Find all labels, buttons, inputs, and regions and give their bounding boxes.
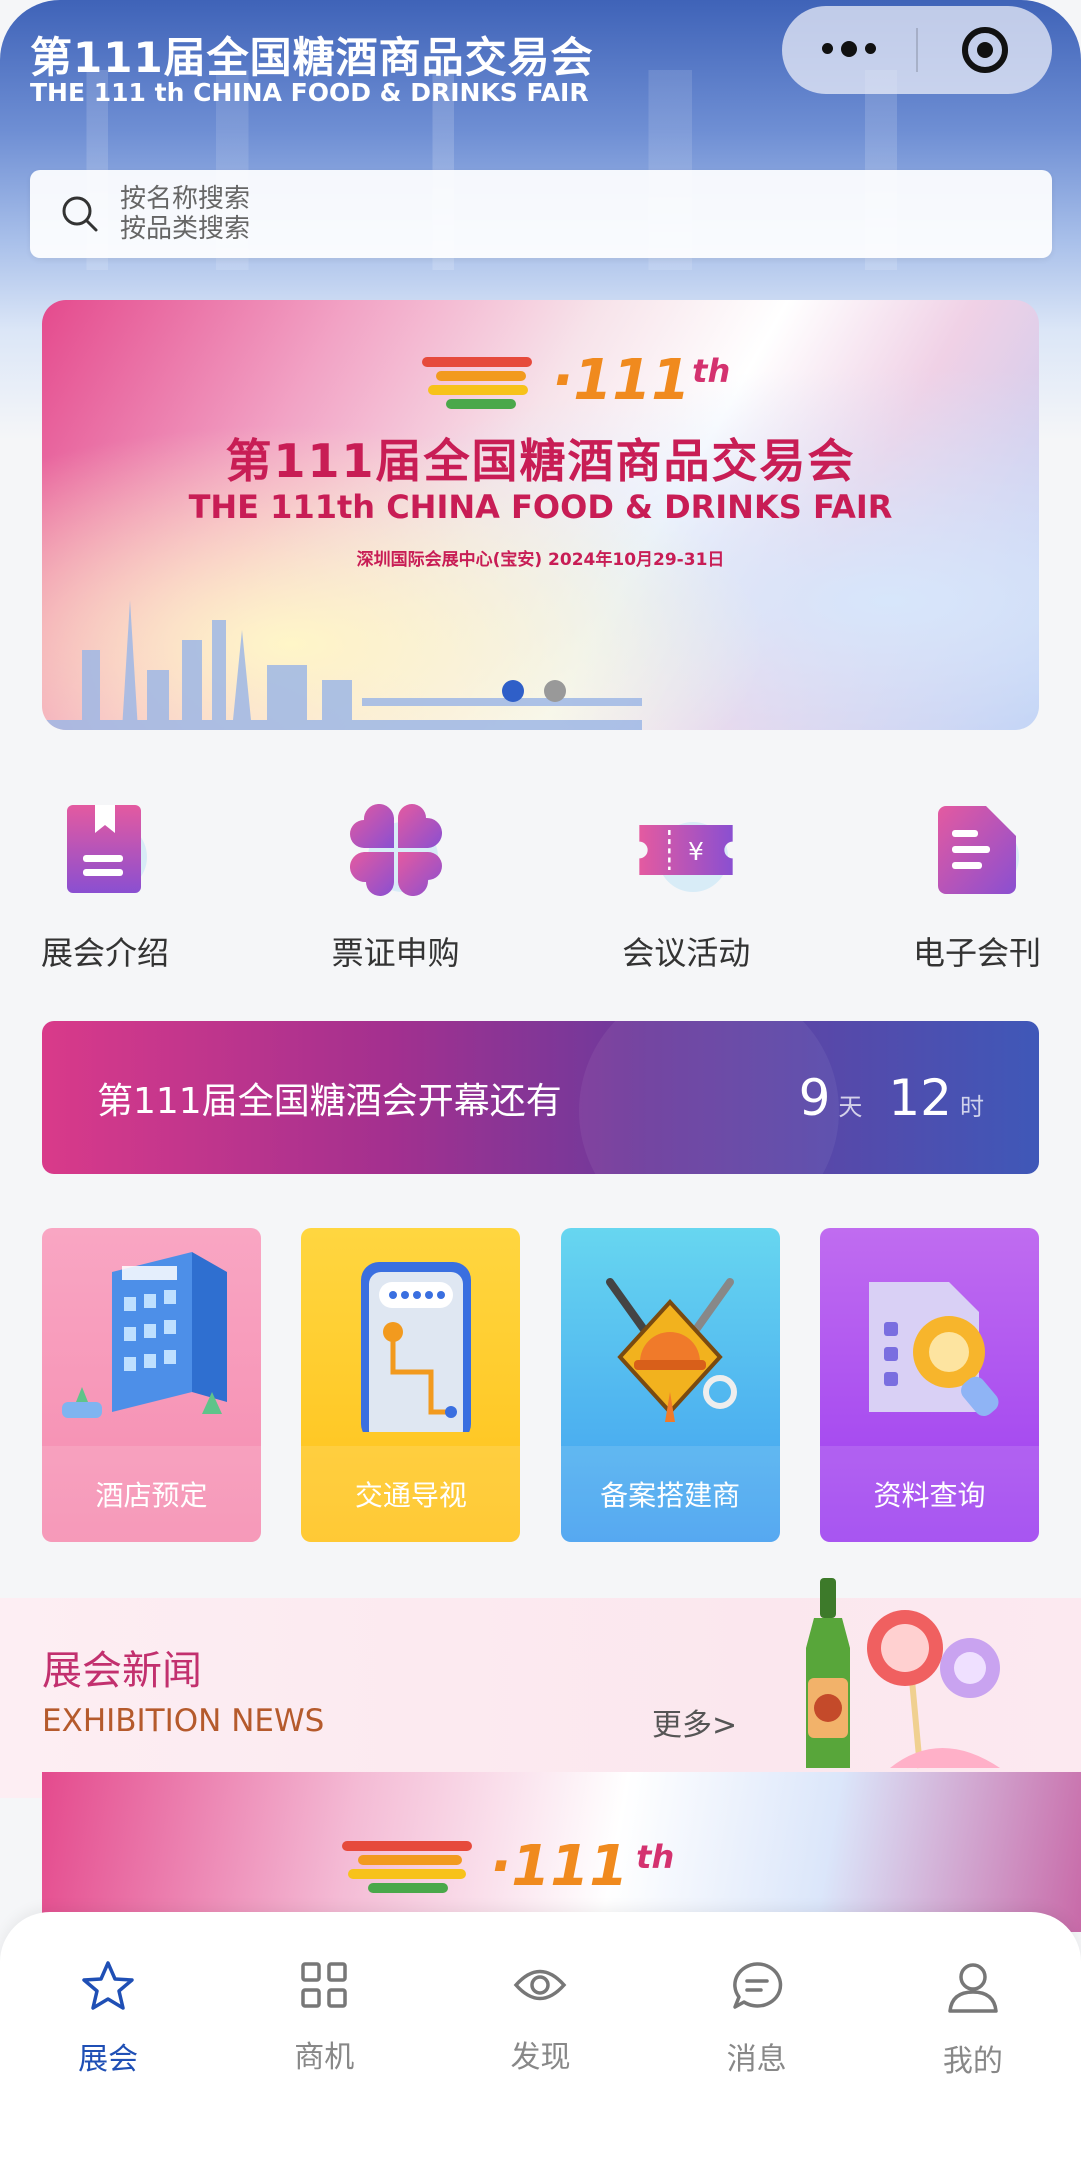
news-subtitle: EXHIBITION NEWS: [42, 1703, 325, 1739]
news-thumbnail[interactable]: ·111 th: [42, 1772, 1081, 1932]
service-card-hotel[interactable]: 酒店预定: [42, 1228, 261, 1542]
search-input[interactable]: 按名称搜索 按品类搜索: [30, 170, 1052, 258]
quick-nav-meeting-events[interactable]: ¥ 会议活动: [611, 800, 761, 1000]
header-title-cn: 第111届全国糖酒商品交易会: [30, 33, 594, 82]
banner-title-en: THE 111th CHINA FOOD & DRINKS FAIR: [188, 488, 893, 526]
countdown-days-unit: 天: [838, 1093, 863, 1121]
service-card-label: 交通导视: [301, 1446, 521, 1542]
eye-icon: [514, 1969, 567, 2001]
tab-profile[interactable]: 我的: [893, 1960, 1053, 2161]
tab-label: 商机: [294, 2040, 355, 2075]
close-target-icon[interactable]: [918, 27, 1052, 73]
search-placeholder-line1: 按名称搜索: [120, 184, 251, 214]
fair-logo-suffix: th: [692, 351, 731, 390]
tab-discover[interactable]: 发现: [460, 1960, 620, 2161]
countdown-text: 第111届全国糖酒会开幕还有: [97, 1080, 562, 1122]
news-more-link[interactable]: 更多>: [652, 1700, 737, 1744]
fair-logo-stripes-icon: [422, 353, 542, 409]
document-search-icon: [820, 1228, 1039, 1446]
e-journal-icon: [927, 800, 1027, 900]
news-logo-number: ·111: [490, 1834, 629, 1899]
search-placeholder-line2: 按品类搜索: [120, 214, 251, 244]
banner-carousel[interactable]: ·111 th 第111届全国糖酒商品交易会 THE 111th CHINA F…: [42, 300, 1039, 730]
banner-venue-date: 深圳国际会展中心(宝安) 2024年10月29-31日: [356, 550, 725, 570]
bookmark-document-icon: [55, 800, 155, 900]
fair-logo-number: ·111: [552, 348, 691, 413]
quick-nav-ticket-purchase[interactable]: 票证申购: [321, 800, 471, 1000]
quick-nav-label: 票证申购: [331, 934, 460, 972]
tab-label: 展会: [78, 2042, 139, 2077]
mini-program-capsule: [782, 6, 1052, 94]
carousel-dot[interactable]: [544, 680, 566, 702]
service-card-label: 备案搭建商: [560, 1446, 780, 1542]
user-icon: [948, 1963, 998, 2013]
hotel-building-icon: [42, 1228, 261, 1446]
header-title-en: THE 111 th CHINA FOOD & DRINKS FAIR: [30, 78, 589, 107]
service-cards: 酒店预定 交通导视 备案搭建商 资料查询: [42, 1228, 1039, 1542]
svg-text:¥: ¥: [688, 837, 704, 866]
quick-nav-label: 会议活动: [622, 934, 751, 972]
star-icon: [82, 1961, 134, 2010]
phone-map-icon: [301, 1228, 520, 1446]
countdown-hours-unit: 时: [960, 1093, 984, 1121]
quick-nav-exhibition-intro[interactable]: 展会介绍: [30, 800, 180, 1000]
tab-label: 消息: [726, 2042, 787, 2077]
tab-messages[interactable]: 消息: [677, 1960, 837, 2161]
search-placeholder: 按名称搜索 按品类搜索: [120, 184, 250, 244]
opening-countdown[interactable]: 第111届全国糖酒会开幕还有 9 天 12 时: [42, 1021, 1039, 1174]
carousel-indicators: [502, 680, 566, 702]
quick-nav-e-journal[interactable]: 电子会刊: [902, 800, 1052, 1000]
service-card-builder[interactable]: 备案搭建商: [560, 1228, 780, 1542]
quick-nav-label: 电子会刊: [912, 934, 1041, 972]
more-menu-icon[interactable]: [782, 41, 916, 57]
countdown-days: 9: [798, 1068, 831, 1127]
news-title: 展会新闻: [42, 1648, 202, 1694]
fair-logo-stripes-icon: [342, 1840, 472, 1893]
countdown-hours: 12: [888, 1068, 952, 1127]
quick-nav: 展会介绍 票证申购 ¥ 会议活动 电子会刊: [30, 800, 1052, 1000]
tab-label: 发现: [510, 2040, 571, 2075]
message-icon: [732, 1962, 782, 2009]
four-petal-icon: [346, 800, 446, 900]
news-fair-logo: ·111 th: [342, 1834, 674, 1899]
service-card-traffic[interactable]: 交通导视: [301, 1228, 521, 1542]
exhibition-news-section: 展会新闻 EXHIBITION NEWS 更多>: [0, 1578, 1081, 1798]
fair-logo: ·111 th: [422, 348, 730, 413]
quick-nav-label: 展会介绍: [40, 934, 169, 972]
banner-title-cn: 第111届全国糖酒商品交易会: [225, 434, 856, 488]
tab-exhibition[interactable]: 展会: [28, 1960, 188, 2161]
news-logo-suffix: th: [636, 1837, 675, 1876]
carousel-dot-active[interactable]: [502, 680, 524, 702]
construction-tools-icon: [561, 1228, 780, 1446]
search-icon: [62, 196, 98, 232]
bottom-tab-bar: 展会 商机 发现 消息 我的: [0, 1912, 1081, 2161]
tab-label: 我的: [942, 2044, 1003, 2079]
yuan-ticket-icon: ¥: [636, 800, 736, 900]
bottle-lollipop-icon: [806, 1578, 1000, 1769]
grid-icon: [301, 1962, 348, 2008]
city-skyline-illustration: [42, 600, 642, 730]
service-card-label: 酒店预定: [42, 1446, 261, 1542]
tab-business[interactable]: 商机: [244, 1960, 404, 2161]
service-card-docs[interactable]: 资料查询: [819, 1228, 1039, 1542]
service-card-label: 资料查询: [819, 1446, 1039, 1542]
